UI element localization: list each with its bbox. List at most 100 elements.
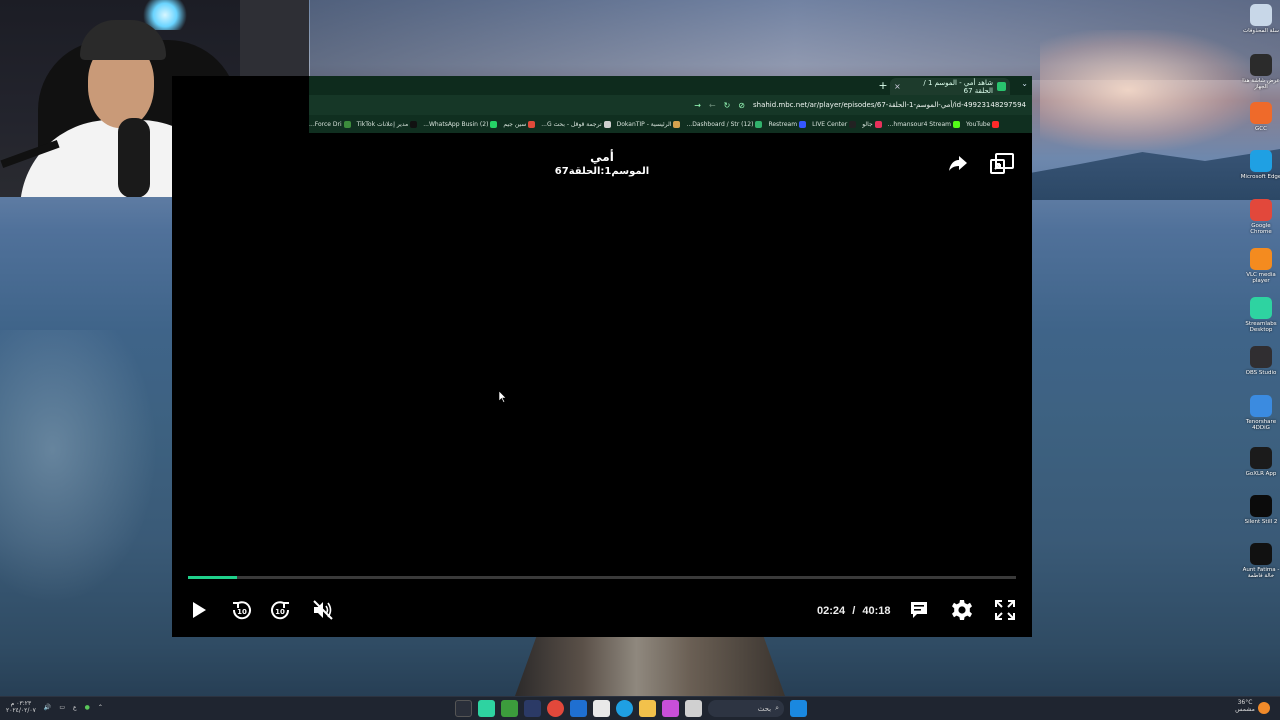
tab-active[interactable]: شاهد أمي - الموسم 1 / الحلقة 67 × [890, 78, 1010, 95]
clock[interactable]: ٠٣:٢٣ م ٢٠٢٤/٠٢/٠٧ [6, 700, 36, 714]
desktop-shortcut[interactable]: سلة المحذوفات [1240, 4, 1280, 34]
bookmark-favicon-icon [343, 120, 351, 128]
taskbar: ٠٣:٢٣ م ٢٠٢٤/٠٢/٠٧ 🔊 ▭ ع ● ⌃ بحث ⌕ 36°C … [0, 696, 1280, 720]
bookmark-item[interactable]: ترجمة قوقل - بحث G... [541, 120, 611, 128]
desktop-shortcut-label: Streamlabs Desktop [1245, 321, 1277, 333]
chrome-taskbar-icon[interactable] [547, 700, 564, 717]
edge-icon [1250, 150, 1272, 172]
weather-widget[interactable]: 36°C مشمس [1234, 699, 1256, 713]
mute-button[interactable] [311, 598, 335, 622]
video-player[interactable]: أمي الموسم1:الحلقة67 10 10 02:24 / 40:18 [172, 133, 1032, 637]
steam-taskbar-icon[interactable] [524, 700, 541, 717]
desktop-shortcut[interactable]: Microsoft Edge [1240, 150, 1280, 180]
desktop-shortcut[interactable]: GoXLR App [1240, 447, 1280, 477]
browser-window: شاهد أمي - الموسم 1 / الحلقة 67 × + ⌄ → … [172, 76, 1032, 637]
bookmark-item[interactable]: الرئيسية - DokanTIP [616, 120, 681, 128]
start-button-icon[interactable] [790, 700, 807, 717]
bookmark-item[interactable]: (12) Dashboard / Str... [686, 120, 763, 128]
reload-icon[interactable]: ↻ [724, 101, 731, 110]
desktop-shortcut[interactable]: Silent Still 2 [1240, 495, 1280, 525]
bookmark-item[interactable]: Force Dri... [309, 120, 351, 128]
bookmark-label: Force Dri... [309, 120, 342, 128]
svg-text:10: 10 [275, 608, 285, 616]
desktop-shortcut[interactable]: GCC [1240, 102, 1280, 132]
network-icon[interactable]: ▭ [59, 704, 65, 711]
time-separator: / [852, 605, 856, 617]
back-icon[interactable]: ← [709, 101, 716, 110]
silent-still-icon [1250, 495, 1272, 517]
notepad-taskbar-icon[interactable] [685, 700, 702, 717]
bookmark-item[interactable]: (2) WhatsApp Busin... [423, 120, 498, 128]
desktop-shortcut-label: Microsoft Edge [1240, 174, 1280, 180]
desktop-shortcut[interactable]: Google Chrome [1240, 199, 1280, 235]
subtitles-button[interactable] [907, 598, 931, 622]
bookmark-item[interactable]: Restream [768, 120, 807, 128]
tab-bar: شاهد أمي - الموسم 1 / الحلقة 67 × + ⌄ [309, 76, 1032, 95]
store-taskbar-icon[interactable] [593, 700, 610, 717]
desktop-shortcut-label: GCC [1255, 126, 1267, 132]
svg-text:10: 10 [237, 608, 247, 616]
show-title: أمي [590, 150, 614, 164]
site-info-icon[interactable]: ⊘ [738, 101, 745, 110]
tab-search-icon[interactable]: ⌄ [1021, 79, 1028, 88]
bookmark-favicon-icon [490, 120, 498, 128]
bookmark-favicon-icon [992, 120, 1000, 128]
forward-icon[interactable]: → [694, 101, 701, 110]
picture-in-picture-icon[interactable] [990, 153, 1014, 175]
obs-icon [1250, 346, 1272, 368]
bookmark-item[interactable]: hmansour4 Stream... [888, 120, 961, 128]
desktop-shortcut[interactable]: Aunt Fatima - خالة فاطمة [1240, 543, 1280, 579]
desktop-shortcut[interactable]: عرض شاشة هذا الجهاز [1240, 54, 1280, 90]
weather-text: مشمس [1235, 706, 1255, 713]
language-indicator[interactable]: ع [73, 704, 77, 711]
speaker-muted-icon [313, 600, 333, 620]
rewind-10-button[interactable]: 10 [230, 598, 254, 622]
taskbar-apps: بحث ⌕ [455, 700, 807, 717]
file-explorer-taskbar-icon[interactable] [639, 700, 656, 717]
settings-button[interactable] [950, 598, 974, 622]
bookmark-label: الرئيسية - DokanTIP [616, 120, 672, 128]
new-tab-button[interactable]: + [876, 79, 890, 92]
task-view-icon[interactable] [455, 700, 472, 717]
tenorshare-icon [1250, 395, 1272, 417]
bookmark-item[interactable]: YouTube [966, 120, 1000, 128]
desktop-shortcut[interactable]: VLC media player [1240, 248, 1280, 284]
forward-10-button[interactable]: 10 [268, 598, 292, 622]
edge-taskbar-icon[interactable] [616, 700, 633, 717]
system-tray: ٠٣:٢٣ م ٢٠٢٤/٠٢/٠٧ 🔊 ▭ ع ● ⌃ [6, 700, 103, 714]
chevron-up-icon[interactable]: ⌃ [98, 704, 103, 711]
wallpaper-mist [0, 330, 175, 630]
desktop-shortcut-label: VLC media player [1246, 272, 1276, 284]
bookmark-item[interactable]: سين جيم [503, 120, 536, 128]
desktop-shortcut[interactable]: Streamlabs Desktop [1240, 297, 1280, 333]
player-title-block: أمي الموسم1:الحلقة67 [502, 150, 702, 177]
goxlr-taskbar-icon[interactable] [501, 700, 518, 717]
gear-icon [952, 600, 972, 620]
total-time: 40:18 [862, 605, 891, 617]
streamlabs-taskbar-icon[interactable] [478, 700, 495, 717]
bookmarks-bar: YouTube hmansour4 Stream... جالو LIVE Cente… [309, 115, 1032, 133]
volume-icon[interactable]: 🔊 [44, 704, 51, 711]
progress-bar[interactable] [188, 576, 1016, 579]
share-icon[interactable] [948, 153, 968, 173]
bookmark-item[interactable]: جالو [862, 120, 882, 128]
play-button[interactable] [187, 598, 211, 622]
taskbar-search[interactable]: بحث ⌕ [708, 700, 784, 717]
episode-subtitle: الموسم1:الحلقة67 [554, 166, 650, 177]
bookmark-item[interactable]: مدير إعلانات TikTok [357, 120, 418, 128]
goxlr-icon [1250, 447, 1272, 469]
desktop-shortcut-label: GoXLR App [1245, 471, 1277, 477]
desktop-shortcut[interactable]: Tenorshare 4DDiG [1240, 395, 1280, 431]
tab-close-icon[interactable]: × [894, 82, 901, 91]
shahid-favicon-icon [997, 82, 1006, 91]
url-field[interactable]: shahid.mbc.net/ar/player/episodes/67-أمي… [753, 101, 1026, 109]
desktop-shortcut-label: Tenorshare 4DDiG [1245, 419, 1277, 431]
mic-tray-icon[interactable]: ● [85, 704, 90, 711]
fullscreen-button[interactable] [993, 598, 1017, 622]
desktop-shortcut[interactable]: OBS Studio [1240, 346, 1280, 376]
gcc-icon [1250, 102, 1272, 124]
outlook-taskbar-icon[interactable] [570, 700, 587, 717]
copilot-taskbar-icon[interactable] [662, 700, 679, 717]
time-display: 02:24 / 40:18 [817, 605, 891, 617]
bookmark-item[interactable]: LIVE Center [812, 120, 857, 128]
